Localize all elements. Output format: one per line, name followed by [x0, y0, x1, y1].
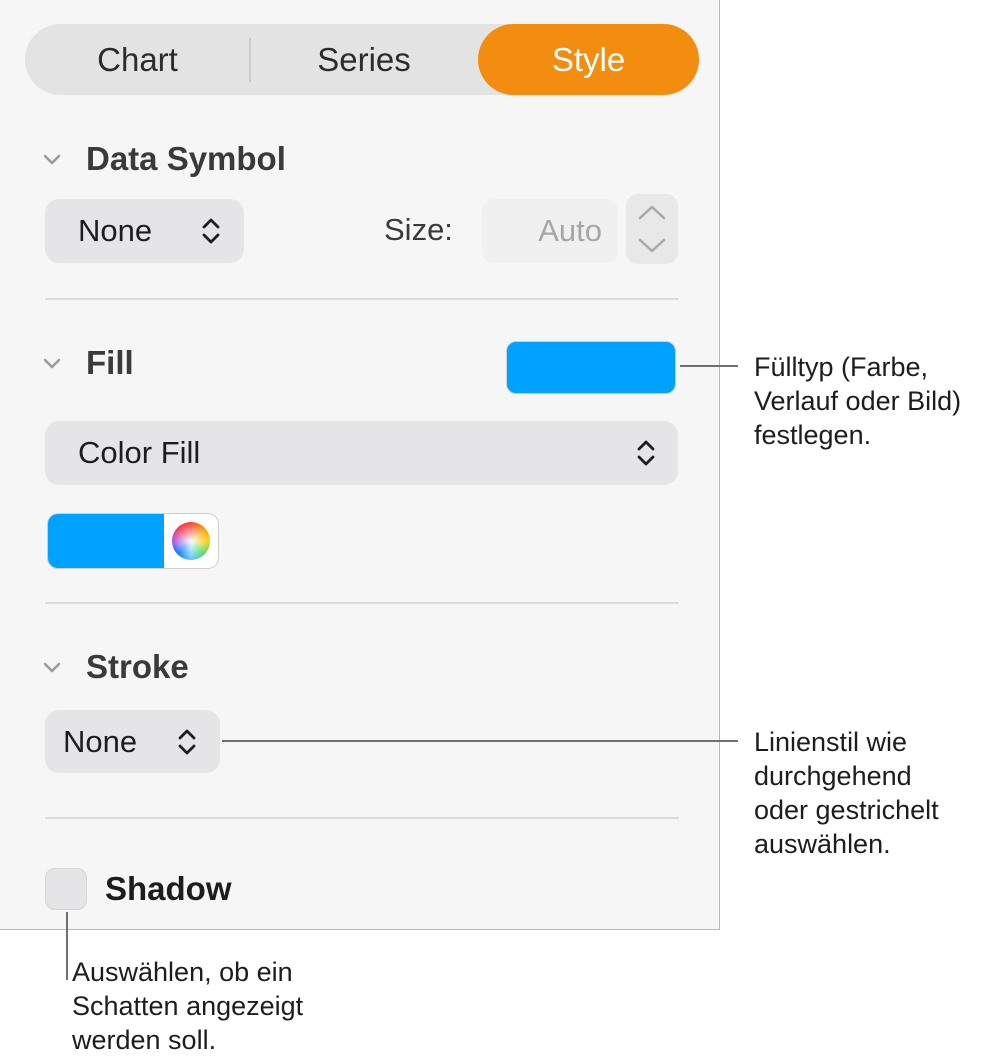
data-symbol-value: None: [78, 213, 153, 248]
section-divider: [45, 602, 679, 604]
section-title-fill: Fill: [86, 344, 134, 381]
fill-color-well[interactable]: [48, 514, 218, 568]
data-symbol-popup[interactable]: None: [45, 199, 244, 263]
updown-chevron-icon: [202, 218, 220, 244]
updown-chevron-icon: [178, 729, 196, 755]
color-well-swatch[interactable]: [48, 514, 164, 568]
stepper-up-icon[interactable]: [636, 202, 668, 222]
stroke-style-popup[interactable]: None: [45, 710, 220, 773]
size-field[interactable]: Auto: [482, 199, 618, 263]
section-divider: [45, 298, 679, 300]
section-divider: [45, 817, 679, 819]
chevron-down-icon: [43, 662, 61, 673]
fill-type-value: Color Fill: [78, 435, 201, 470]
chevron-down-icon: [43, 358, 61, 369]
tab-style[interactable]: Style: [478, 24, 699, 95]
section-title-data-symbol: Data Symbol: [86, 140, 286, 177]
color-wheel-icon[interactable]: [172, 522, 210, 560]
fill-callout-line: [680, 365, 738, 367]
stroke-callout-line: [222, 740, 738, 742]
size-label: Size:: [384, 212, 453, 247]
shadow-checkbox[interactable]: [45, 868, 87, 910]
fill-color-swatch-button[interactable]: [506, 341, 676, 394]
tab-series[interactable]: Series: [250, 24, 478, 95]
size-stepper[interactable]: [626, 194, 678, 264]
fill-type-popup[interactable]: Color Fill: [45, 421, 678, 485]
shadow-callout-line: [66, 912, 68, 980]
inspector-tab-control: Chart Series Style: [25, 24, 699, 95]
fill-header[interactable]: Fill: [40, 344, 134, 382]
stroke-callout-text: Linienstil wie durchgehend oder gestrich…: [754, 727, 939, 859]
updown-chevron-icon: [637, 440, 655, 466]
chevron-down-icon: [43, 154, 61, 165]
stepper-down-icon[interactable]: [636, 236, 668, 256]
stroke-style-value: None: [63, 723, 138, 759]
data-symbol-header[interactable]: Data Symbol: [40, 140, 286, 178]
shadow-callout-text: Auswählen, ob ein Schatten angezeigt wer…: [72, 957, 304, 1055]
tab-chart[interactable]: Chart: [25, 24, 250, 95]
fill-callout-text: Fülltyp (Farbe, Verlauf oder Bild) festl…: [754, 352, 962, 450]
stroke-header[interactable]: Stroke: [40, 648, 189, 686]
section-title-stroke: Stroke: [86, 648, 189, 685]
shadow-label: Shadow: [105, 870, 232, 907]
format-inspector-panel: Chart Series Style Data Symbol None Size…: [0, 0, 720, 930]
